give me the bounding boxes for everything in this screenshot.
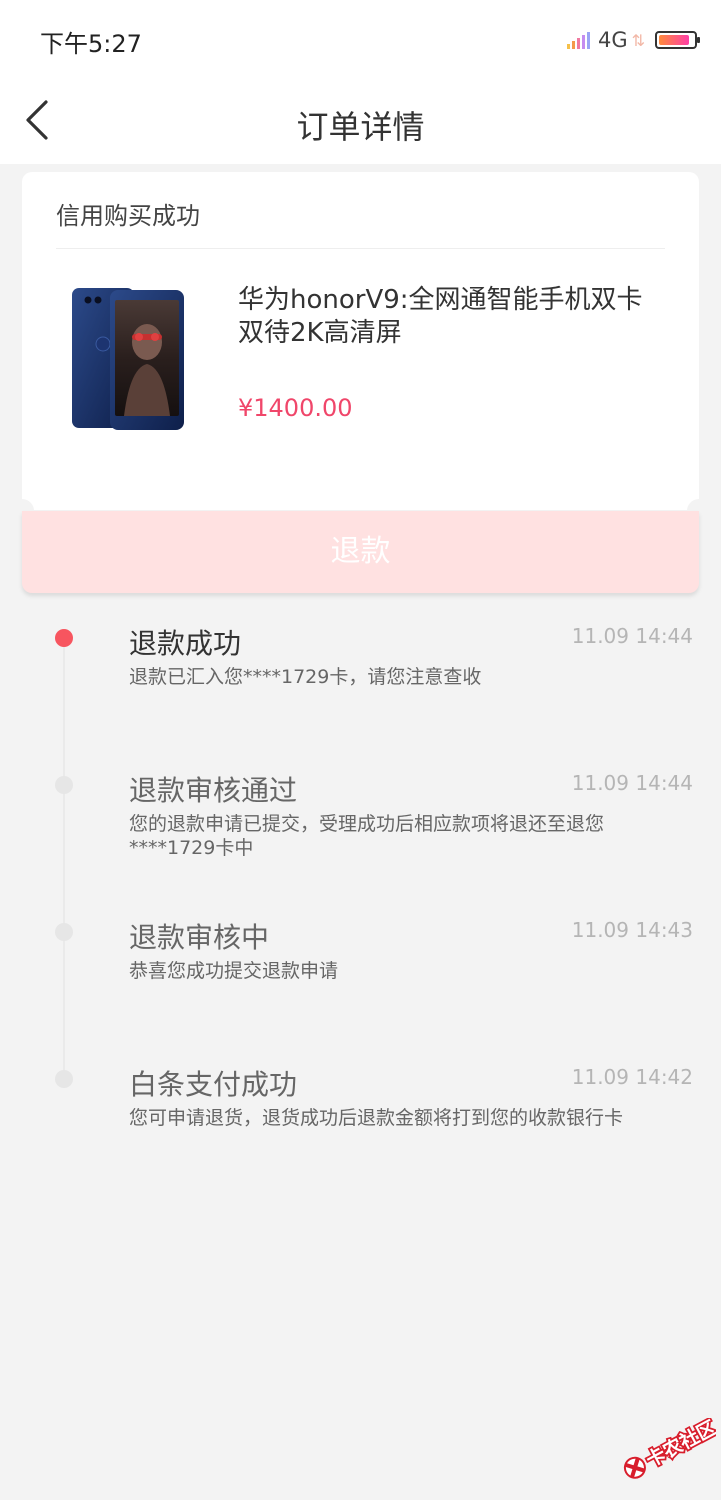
timeline-time: 11.09 14:44: [571, 624, 693, 648]
timeline-title: 退款成功: [129, 627, 242, 660]
timeline-desc: 您的退款申请已提交，受理成功后相应款项将退还至退您****1729卡中: [129, 813, 605, 859]
timeline-desc: 恭喜您成功提交退款申请: [129, 960, 339, 982]
status-indicators: 4G ⇅: [566, 26, 700, 54]
network-type: 4G: [597, 28, 628, 52]
status-time: 下午5:27: [40, 30, 142, 58]
product-name[interactable]: 华为honorV9:全网通智能手机双卡双待2K高清屏: [238, 284, 648, 350]
signal-icon: [566, 31, 592, 49]
timeline-time: 11.09 14:42: [571, 1065, 693, 1089]
status-bar: 下午5:27 4G ⇅: [0, 0, 721, 80]
order-status-title: 信用购买成功: [56, 202, 200, 230]
timeline-dot: [55, 923, 73, 941]
timeline-dot-active: [55, 629, 73, 647]
divider: [56, 248, 665, 249]
svg-text:卡农社区: 卡农社区: [642, 1418, 716, 1472]
timeline-time: 11.09 14:44: [571, 771, 693, 795]
timeline-line: [63, 640, 65, 1080]
nav-bar: 订单详情: [0, 80, 721, 164]
timeline-time: 11.09 14:43: [571, 918, 693, 942]
product-image[interactable]: [70, 284, 188, 434]
phone-image-icon: [72, 288, 184, 430]
page-title: 订单详情: [296, 108, 425, 146]
watermark-logo: 卡农社区: [612, 1414, 721, 1482]
timeline-desc: 退款已汇入您****1729卡，请您注意查收: [129, 666, 482, 688]
battery-icon: [655, 31, 700, 49]
timeline-desc: 您可申请退货，退货成功后退款金额将打到您的收款银行卡: [129, 1107, 624, 1129]
timeline-title: 退款审核通过: [129, 774, 298, 807]
timeline-dot: [55, 776, 73, 794]
timeline-dot: [55, 1070, 73, 1088]
data-activity-icon: ⇅: [631, 30, 645, 50]
refund-button[interactable]: 退款: [22, 511, 699, 593]
order-card: 信用购买成功 华为honorV9:全网通智能手机双卡双待2K高清屏 ¥1400.…: [22, 172, 699, 510]
product-price: ¥1400.00: [238, 394, 353, 422]
timeline-title: 白条支付成功: [129, 1068, 298, 1101]
timeline-title: 退款审核中: [129, 921, 270, 954]
